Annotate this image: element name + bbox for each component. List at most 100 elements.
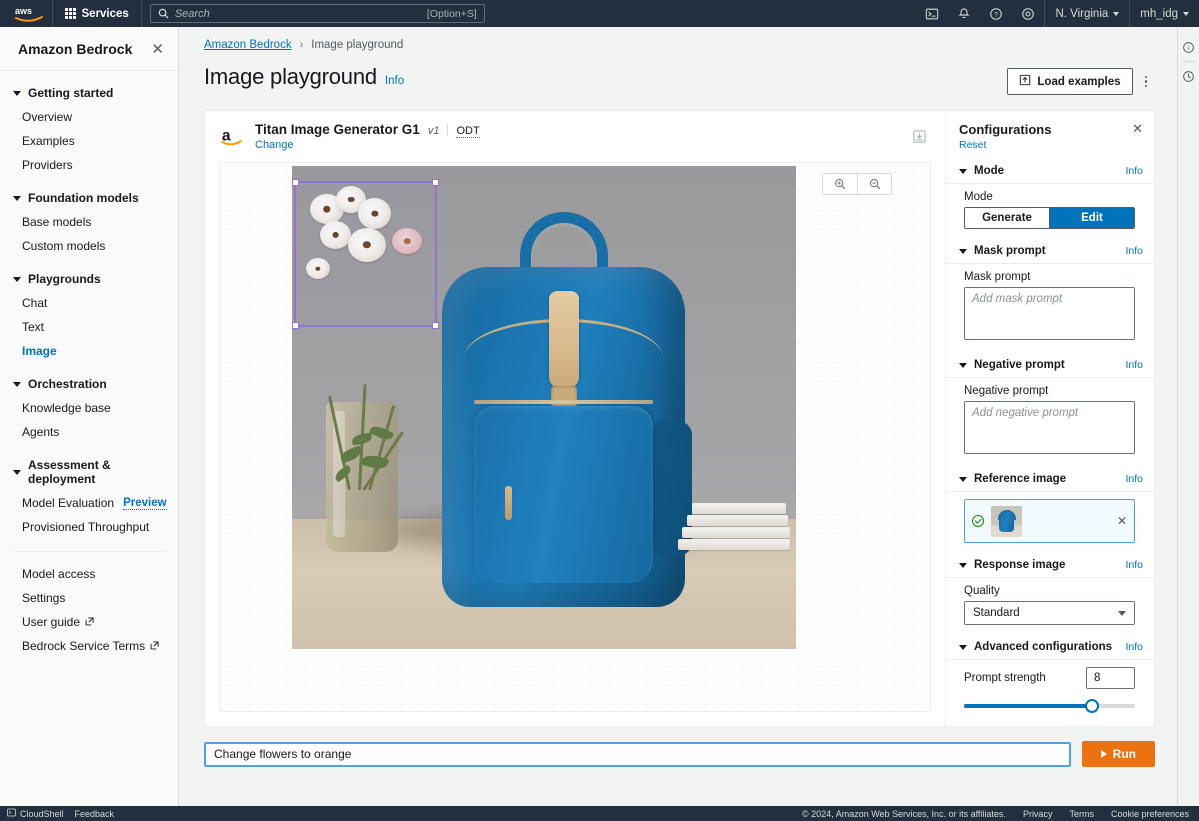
chevron-down-icon (1183, 11, 1189, 16)
resize-handle-bottom-left[interactable] (292, 322, 299, 329)
chevron-down-icon (13, 276, 21, 282)
section-advanced-header[interactable]: Advanced configurations Info (946, 634, 1154, 660)
close-icon[interactable]: ✕ (1132, 122, 1143, 135)
reference-image-item[interactable]: ✕ (964, 499, 1135, 543)
mode-option-edit[interactable]: Edit (1049, 208, 1134, 228)
sidebar-item-knowledge-base[interactable]: Knowledge base (0, 396, 178, 420)
sidebar-item-text[interactable]: Text (0, 315, 178, 339)
feedback-link[interactable]: Feedback (75, 809, 115, 819)
play-icon (1100, 750, 1107, 758)
svg-text:?: ? (994, 11, 998, 18)
model-tag-odt[interactable]: ODT (456, 125, 480, 138)
sidebar-item-custom-models[interactable]: Custom models (0, 234, 178, 258)
resize-handle-top-right[interactable] (432, 179, 439, 186)
breadcrumb-root[interactable]: Amazon Bedrock (204, 39, 292, 51)
backpack-strap (548, 291, 579, 389)
zoom-in-icon[interactable] (823, 174, 857, 194)
model-bar: a Titan Image Generator G1 v1 ODT Change (205, 111, 945, 162)
mask-prompt-input[interactable] (964, 287, 1135, 340)
cloudshell-icon[interactable] (916, 0, 948, 27)
sidebar-item-user-guide[interactable]: User guide (0, 610, 178, 634)
run-button[interactable]: Run (1081, 741, 1155, 767)
bell-icon[interactable] (948, 0, 980, 27)
sidebar-group-assessment-deployment[interactable]: Assessment & deployment (0, 453, 178, 491)
sidebar-item-provisioned-throughput[interactable]: Provisioned Throughput (0, 515, 178, 539)
section-negative-prompt-header[interactable]: Negative prompt Info (946, 352, 1154, 378)
resize-handle-bottom-right[interactable] (432, 322, 439, 329)
info-link[interactable]: Info (1125, 473, 1143, 485)
configurations-title-block: Configurations Reset (959, 122, 1051, 151)
prompt-strength-slider[interactable] (964, 698, 1135, 714)
sidebar-item-chat[interactable]: Chat (0, 291, 178, 315)
sidebar-item-overview[interactable]: Overview (0, 105, 178, 129)
search-input[interactable] (174, 7, 427, 20)
info-link[interactable]: Info (1125, 245, 1143, 257)
selection-box[interactable] (292, 179, 439, 329)
section-mask-prompt-header[interactable]: Mask prompt Info (946, 238, 1154, 264)
account-menu[interactable]: mh_idg (1130, 0, 1199, 27)
info-link[interactable]: Info (1125, 641, 1143, 653)
sidebar-group-orchestration[interactable]: Orchestration (0, 372, 178, 396)
sidebar-item-image[interactable]: Image (0, 339, 178, 363)
sidebar-item-agents[interactable]: Agents (0, 420, 178, 444)
section-response-image-title-group: Response image (959, 559, 1065, 571)
region-selector[interactable]: N. Virginia (1045, 0, 1129, 27)
sidebar-group-getting-started[interactable]: Getting started (0, 81, 178, 105)
global-search[interactable]: [Option+S] (149, 4, 485, 23)
privacy-link[interactable]: Privacy (1023, 809, 1053, 819)
section-response-image-header[interactable]: Response image Info (946, 552, 1154, 578)
services-menu-button[interactable]: Services (53, 0, 141, 27)
quality-value: Standard (973, 607, 1020, 619)
image-canvas[interactable] (219, 162, 931, 712)
reset-link[interactable]: Reset (959, 139, 1051, 151)
sidebar-group-foundation-models[interactable]: Foundation models (0, 186, 178, 210)
download-icon[interactable] (908, 125, 931, 148)
close-icon[interactable]: ✕ (151, 42, 164, 57)
sidebar-item-model-access[interactable]: Model access (0, 562, 178, 586)
terms-link[interactable]: Terms (1069, 809, 1094, 819)
info-link[interactable]: Info (1125, 165, 1143, 177)
zoom-out-icon[interactable] (857, 174, 891, 194)
load-examples-label: Load examples (1037, 75, 1121, 88)
info-link[interactable]: Info (1125, 559, 1143, 571)
cloudshell-icon (7, 808, 16, 819)
help-icon[interactable]: ? (980, 0, 1012, 27)
change-model-link[interactable]: Change (255, 139, 480, 151)
section-mode-header[interactable]: Mode Info (946, 158, 1154, 184)
prompt-strength-input[interactable] (1086, 667, 1135, 689)
info-link[interactable]: Info (1125, 359, 1143, 371)
section-reference-image-header[interactable]: Reference image Info (946, 466, 1154, 492)
sidebar-item-model-evaluation[interactable]: Model Evaluation Preview (0, 491, 178, 515)
sidebar-item-examples[interactable]: Examples (0, 129, 178, 153)
image-books (678, 498, 790, 550)
sidebar-item-bedrock-service-terms[interactable]: Bedrock Service Terms (0, 634, 178, 658)
sidebar-item-settings[interactable]: Settings (0, 586, 178, 610)
quality-select[interactable]: Standard (964, 601, 1135, 625)
more-actions-button[interactable] (1137, 72, 1156, 92)
cloudshell-button[interactable]: CloudShell (7, 808, 64, 819)
sidebar-item-base-models[interactable]: Base models (0, 210, 178, 234)
settings-icon[interactable] (1012, 0, 1044, 27)
load-examples-button[interactable]: Load examples (1007, 68, 1133, 95)
prompt-input[interactable] (204, 741, 1071, 767)
history-panel-icon[interactable] (1178, 64, 1199, 88)
sidebar-item-label: Settings (22, 591, 66, 605)
slider-thumb[interactable] (1085, 699, 1100, 713)
sidebar-item-providers[interactable]: Providers (0, 153, 178, 177)
negative-prompt-input[interactable] (964, 401, 1135, 454)
mode-option-generate[interactable]: Generate (965, 208, 1049, 228)
top-navigation: aws Services [Option+S] ? N. Virginia (0, 0, 1199, 27)
model-name: Titan Image Generator G1 (255, 122, 420, 137)
page-info-link[interactable]: Info (385, 75, 404, 87)
generated-image[interactable] (292, 166, 796, 649)
aws-logo-icon[interactable]: aws (6, 5, 52, 23)
remove-reference-image-icon[interactable]: ✕ (1117, 515, 1127, 527)
info-panel-icon[interactable]: i (1178, 35, 1199, 59)
cookie-preferences-link[interactable]: Cookie preferences (1111, 809, 1189, 819)
chevron-down-icon (1113, 11, 1120, 16)
resize-handle-top-left[interactable] (292, 179, 299, 186)
chevron-down-icon (1118, 610, 1126, 616)
sidebar-group-playgrounds[interactable]: Playgrounds (0, 267, 178, 291)
mask-prompt-label: Mask prompt (964, 271, 1031, 283)
